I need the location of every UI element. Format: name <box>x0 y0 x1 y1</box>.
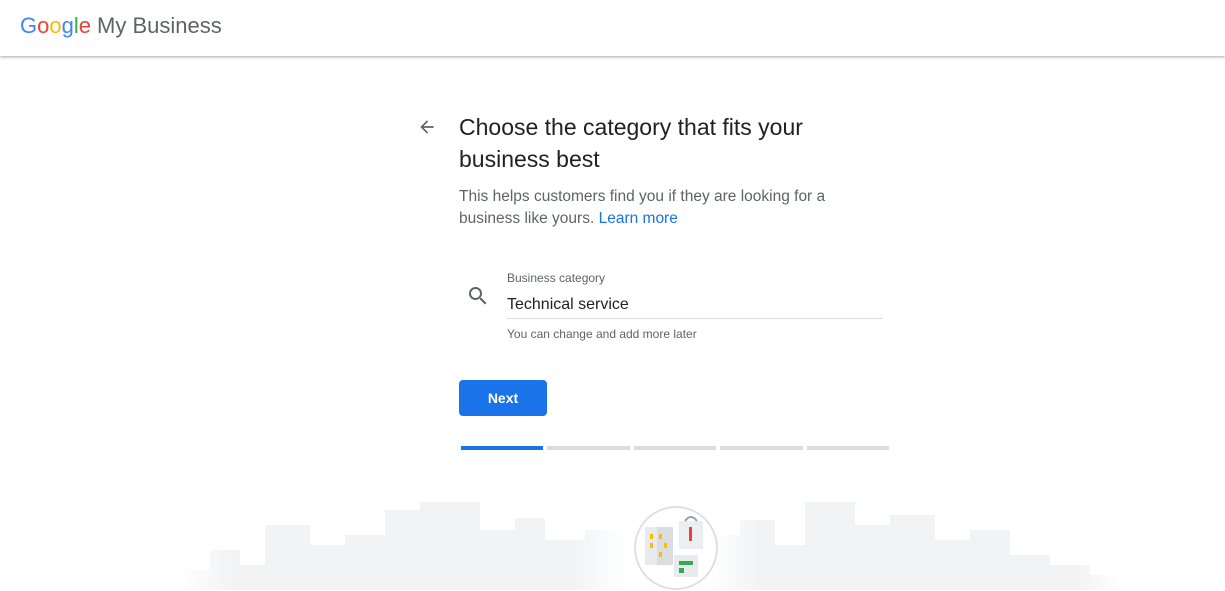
step-progress-bar <box>461 446 890 450</box>
logo-letter: g <box>61 13 74 38</box>
progress-step-3 <box>633 446 717 450</box>
page-title: Choose the category that fits your busin… <box>459 114 803 172</box>
business-buildings-icon <box>634 506 718 590</box>
next-button[interactable]: Next <box>459 380 547 416</box>
product-name: My Business <box>97 13 222 38</box>
logo-letter: e <box>78 13 92 38</box>
arrow-back-icon <box>420 120 434 134</box>
progress-step-1 <box>461 446 544 450</box>
business-category-input[interactable] <box>507 292 883 319</box>
progress-step-4 <box>720 446 803 450</box>
logo-letter: o <box>37 13 50 38</box>
google-my-business-logo[interactable]: Google My Business <box>20 12 222 40</box>
top-app-bar: Google My Business <box>0 0 1225 56</box>
logo-letter: o <box>49 13 62 38</box>
search-icon <box>469 287 487 305</box>
learn-more-link[interactable]: Learn more <box>599 210 678 227</box>
category-field-label: Business category <box>507 271 606 285</box>
progress-step-2 <box>547 446 630 450</box>
category-helper-text: You can change and add more later <box>507 327 697 341</box>
progress-step-5 <box>806 446 890 450</box>
page-description: This helps customers find you if they ar… <box>459 186 859 230</box>
back-button[interactable] <box>414 114 440 140</box>
logo-letter: G <box>20 13 38 38</box>
